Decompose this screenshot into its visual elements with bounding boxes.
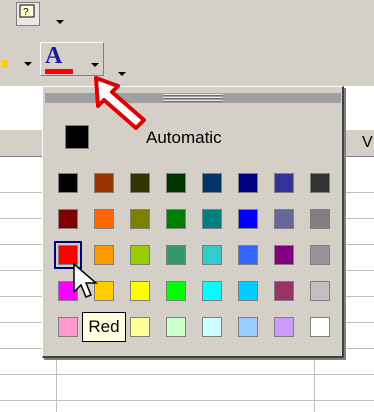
color-swatch[interactable]: [130, 173, 150, 193]
color-swatch[interactable]: [238, 209, 258, 229]
color-swatch[interactable]: [58, 173, 78, 193]
color-swatch[interactable]: [130, 281, 150, 301]
color-swatch[interactable]: [238, 245, 258, 265]
font-color-letter: A: [45, 43, 63, 69]
color-swatch[interactable]: [58, 209, 78, 229]
help-dropdown-arrow[interactable]: [56, 20, 64, 24]
color-swatch[interactable]: [202, 173, 222, 193]
color-swatch[interactable]: [166, 281, 186, 301]
color-swatch[interactable]: [310, 317, 330, 337]
color-swatch[interactable]: [202, 317, 222, 337]
grip-lines: [163, 94, 223, 102]
annotation-arrow-icon: [94, 76, 146, 130]
color-swatch[interactable]: [310, 173, 330, 193]
color-swatch[interactable]: [202, 209, 222, 229]
color-swatch[interactable]: [166, 245, 186, 265]
color-swatch[interactable]: [274, 245, 294, 265]
color-swatch[interactable]: [130, 209, 150, 229]
color-swatch[interactable]: [274, 173, 294, 193]
mouse-cursor-icon: [73, 262, 99, 298]
color-swatch[interactable]: [238, 173, 258, 193]
color-swatch[interactable]: [166, 209, 186, 229]
toolbar-row-top: ?: [0, 0, 374, 36]
color-swatch[interactable]: [238, 317, 258, 337]
color-swatch[interactable]: [94, 173, 114, 193]
color-swatch[interactable]: [166, 317, 186, 337]
svg-text:?: ?: [23, 7, 29, 18]
color-swatch[interactable]: [166, 173, 186, 193]
font-color-dropdown-arrow[interactable]: [91, 63, 99, 67]
color-swatch[interactable]: [202, 245, 222, 265]
color-swatch[interactable]: [310, 281, 330, 301]
color-swatch[interactable]: [274, 281, 294, 301]
color-swatch[interactable]: [310, 209, 330, 229]
color-swatch[interactable]: [94, 209, 114, 229]
toolbar-yellow-swatch: [2, 60, 8, 68]
color-swatch[interactable]: [274, 209, 294, 229]
help-icon[interactable]: ?: [16, 2, 40, 26]
color-swatch[interactable]: [130, 245, 150, 265]
column-header-v[interactable]: V: [362, 134, 373, 152]
color-swatch[interactable]: [202, 281, 222, 301]
color-swatch[interactable]: [310, 245, 330, 265]
color-swatch[interactable]: [130, 317, 150, 337]
color-swatch[interactable]: [274, 317, 294, 337]
font-color-bar: [45, 69, 73, 74]
color-tooltip: Red: [82, 312, 126, 342]
toolbar-dropdown-arrow[interactable]: [24, 62, 32, 66]
color-swatch[interactable]: [238, 281, 258, 301]
color-swatch[interactable]: [58, 317, 78, 337]
automatic-label[interactable]: Automatic: [146, 128, 222, 148]
